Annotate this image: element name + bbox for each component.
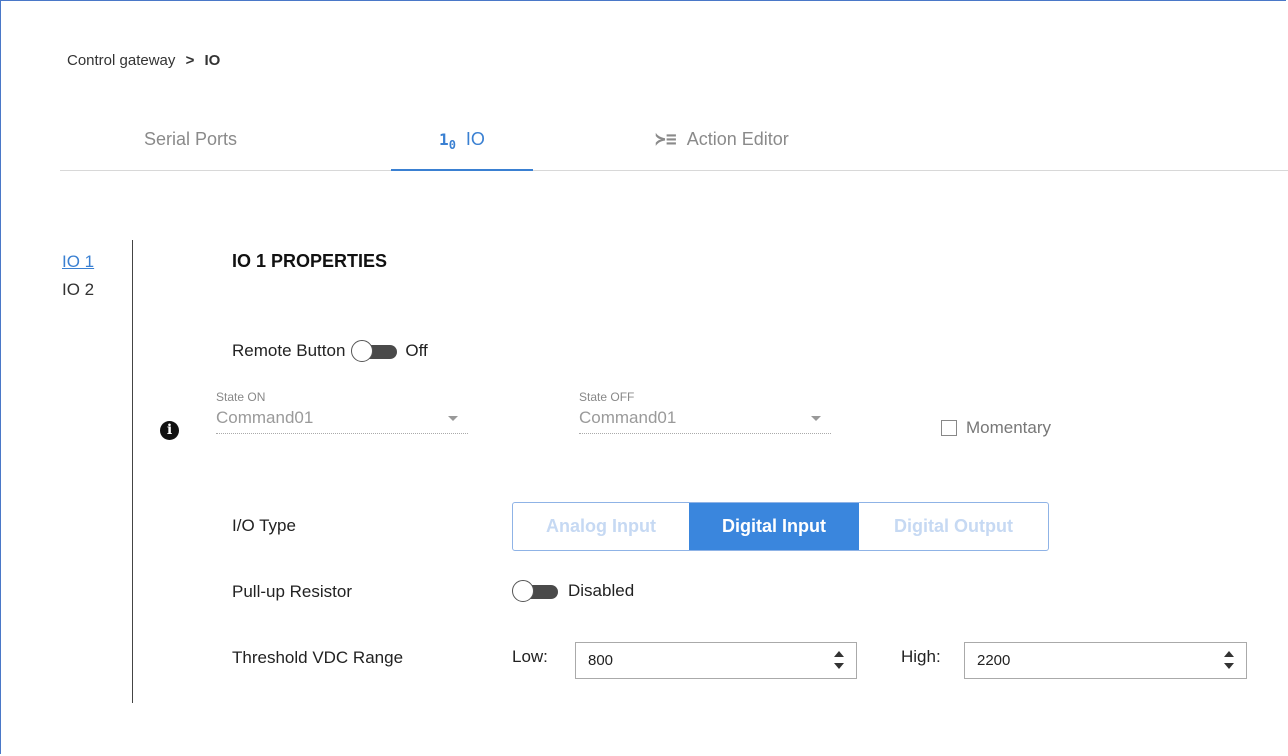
high-label: High: <box>901 647 941 666</box>
state-off-label: State OFF <box>579 390 635 404</box>
tab-serial-ports[interactable]: Serial Ports <box>144 110 237 169</box>
momentary-label: Momentary <box>966 418 1052 437</box>
remote-button-state: Off <box>405 341 428 360</box>
state-on-label: State ON <box>216 390 266 404</box>
breadcrumb-parent[interactable]: Control gateway <box>67 52 175 69</box>
tab-label: Action Editor <box>686 129 789 149</box>
breadcrumb-current: IO <box>204 52 221 69</box>
tab-action-editor[interactable]: ≻≡ Action Editor <box>655 110 789 169</box>
remote-button-toggle[interactable] <box>351 340 399 362</box>
spinner-icon[interactable] <box>834 649 844 671</box>
chevron-down-icon <box>811 416 821 421</box>
io-type-digital-output[interactable]: Digital Output <box>859 503 1048 550</box>
state-off-select[interactable]: State OFF Command01 <box>579 390 831 434</box>
state-off-value[interactable]: Command01 <box>579 408 831 434</box>
breadcrumb: Control gateway > IO <box>67 52 220 69</box>
remote-button-label: Remote Button <box>232 341 346 360</box>
io-icon: 10 <box>439 130 456 153</box>
pullup-toggle[interactable] <box>512 580 560 602</box>
breadcrumb-separator: > <box>185 52 195 69</box>
io-type-analog-input[interactable]: Analog Input <box>513 503 689 550</box>
threshold-label: Threshold VDC Range <box>232 648 404 667</box>
remote-button-row: Remote Button Off <box>232 340 428 362</box>
high-threshold-input[interactable]: 2200 <box>964 642 1247 679</box>
state-on-value[interactable]: Command01 <box>216 408 468 434</box>
pullup-row: Disabled <box>512 580 634 602</box>
tab-label: Serial Ports <box>144 129 238 149</box>
momentary-checkbox-row[interactable]: Momentary <box>941 418 1051 438</box>
momentary-checkbox[interactable] <box>941 420 957 436</box>
tab-label: IO <box>465 129 485 149</box>
tab-bar: Serial Ports 10 IO ≻≡ Action Editor <box>60 110 1288 171</box>
info-icon[interactable]: i <box>160 421 179 440</box>
io-sidenav: IO 1 IO 2 <box>62 252 94 308</box>
io-type-selector: Analog Input Digital Input Digital Outpu… <box>512 502 1049 551</box>
chevron-down-icon <box>448 416 458 421</box>
sidenav-item-io1[interactable]: IO 1 <box>62 252 94 272</box>
action-editor-icon: ≻≡ <box>655 129 677 150</box>
pullup-label: Pull-up Resistor <box>232 582 352 601</box>
spinner-icon[interactable] <box>1224 649 1234 671</box>
io-type-label: I/O Type <box>232 516 296 535</box>
tab-io[interactable]: 10 IO <box>391 110 533 171</box>
low-label: Low: <box>512 647 548 666</box>
divider <box>132 240 133 703</box>
pullup-state: Disabled <box>568 581 635 600</box>
sidenav-item-io2[interactable]: IO 2 <box>62 280 94 300</box>
section-title: IO 1 PROPERTIES <box>232 251 388 271</box>
low-threshold-input[interactable]: 800 <box>575 642 857 679</box>
state-on-select[interactable]: State ON Command01 <box>216 390 468 434</box>
io-type-digital-input[interactable]: Digital Input <box>689 503 859 550</box>
